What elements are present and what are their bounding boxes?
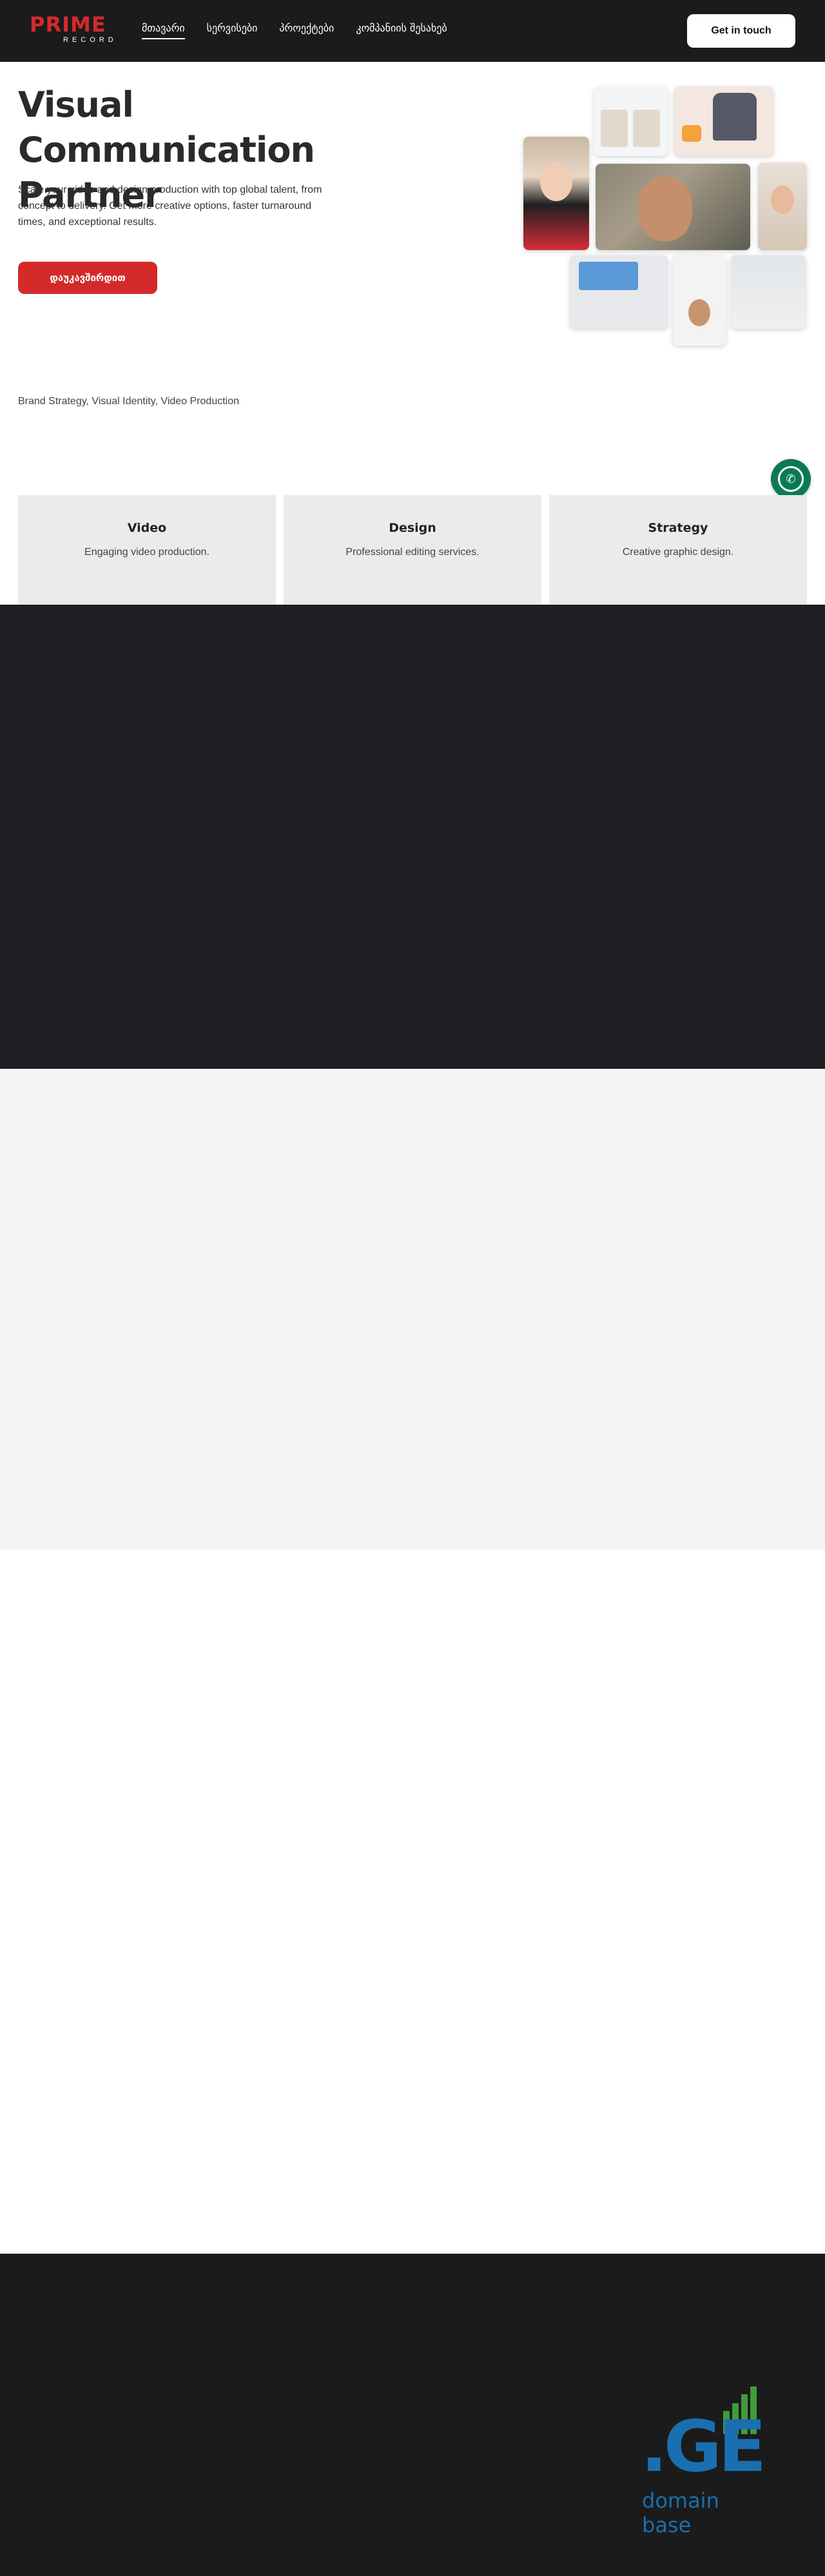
- collage-image-woman-pet: [758, 162, 807, 250]
- collage-image-featured-looks: [674, 86, 773, 156]
- nav-item-home[interactable]: მთავარი: [142, 22, 185, 39]
- service-card-title: Strategy: [648, 521, 708, 535]
- logo-wordmark: PRIME: [30, 12, 106, 37]
- service-card-video[interactable]: Video Engaging video production.: [18, 495, 276, 605]
- nav-item-services[interactable]: სერვისები: [207, 22, 258, 39]
- service-card-description: Engaging video production.: [84, 547, 209, 558]
- logo-subword: RECORD: [63, 36, 117, 44]
- whatsapp-icon: ✆: [778, 466, 804, 492]
- domain-base-logo[interactable]: .GE domain base: [641, 2385, 770, 2537]
- service-card-design[interactable]: Design Professional editing services.: [284, 495, 541, 605]
- hero-subtitle: Scale your video and design production w…: [18, 184, 322, 228]
- ge-logo-text: .GE: [641, 2405, 766, 2488]
- site-header: PRIME RECORD მთავარი სერვისები პროექტები…: [0, 0, 825, 62]
- service-card-strategy[interactable]: Strategy Creative graphic design.: [549, 495, 807, 605]
- nav-item-about[interactable]: კომპანიის შესახებ: [356, 22, 447, 39]
- ge-logo-subtext: domain base: [642, 2488, 719, 2537]
- collage-image-lifestyle: [731, 255, 806, 329]
- collage-image-man-portrait: [673, 255, 726, 346]
- nav-item-projects[interactable]: პროექტები: [279, 22, 334, 39]
- service-card-description: Professional editing services.: [345, 547, 480, 558]
- dark-section: [0, 605, 825, 1069]
- service-card-title: Video: [127, 521, 167, 535]
- contact-button[interactable]: დაუკავშირდით: [18, 262, 157, 294]
- collage-image-man-smiling: [596, 164, 750, 250]
- get-in-touch-button[interactable]: Get in touch: [687, 14, 795, 48]
- collage-image-woman-red: [523, 137, 589, 250]
- service-card-title: Design: [389, 521, 436, 535]
- collage-image-product-page: [594, 86, 668, 156]
- main-nav: მთავარი სერვისები პროექტები კომპანიის შე…: [142, 22, 447, 39]
- whatsapp-button[interactable]: ✆: [771, 459, 811, 499]
- light-section: [0, 1069, 825, 1550]
- service-card-description: Creative graphic design.: [622, 547, 734, 558]
- prime-record-logo[interactable]: PRIME RECORD: [30, 14, 120, 45]
- collage-image-app-screen: [570, 255, 668, 329]
- white-section: [0, 1550, 825, 2254]
- services-tagline: Brand Strategy, Visual Identity, Video P…: [18, 396, 240, 407]
